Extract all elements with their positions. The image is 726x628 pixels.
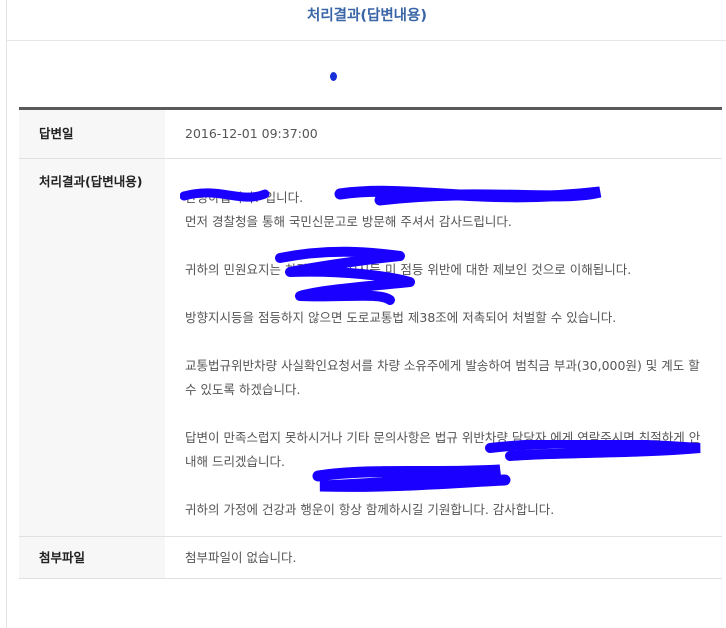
answer-paragraph: 귀하의 가정에 건강과 행운이 항상 함께하시길 기원합니다. 감사합니다. bbox=[185, 502, 555, 517]
table-row-answer-content: 처리결과(답변내용) 안녕하십니까? 입니다. 먼저 경찰청을 통해 국민신문고… bbox=[19, 158, 722, 537]
table-row-attachment: 첨부파일 첨부파일이 없습니다. bbox=[19, 536, 722, 579]
result-table: 답변일 2016-12-01 09:37:00 처리결과(답변내용) 안녕하십니… bbox=[19, 107, 722, 579]
panel-title: 처리결과(답변내용) bbox=[307, 8, 427, 24]
answer-paragraph: 귀하의 민원요지는 차량의 방향지시등 미 점등 위반에 대한 제보인 것으로 … bbox=[185, 262, 632, 277]
answer-content-label: 처리결과(답변내용) bbox=[19, 158, 165, 537]
answer-paragraph: 방향지시등을 점등하지 않으면 도로교통법 제38조에 저촉되어 처벌할 수 있… bbox=[185, 310, 617, 325]
attachment-value: 첨부파일이 없습니다. bbox=[165, 536, 722, 579]
marker-dot bbox=[330, 72, 337, 81]
table-row-answer-date: 답변일 2016-12-01 09:37:00 bbox=[19, 108, 722, 159]
answer-paragraph: 답변이 만족스럽지 못하시거나 기타 문의사항은 법규 위반차량 담당자 에게 … bbox=[185, 430, 701, 469]
answer-paragraph: 교통법규위반차량 사실확인요청서를 차량 소유주에게 발송하여 범칙금 부과(3… bbox=[185, 358, 700, 397]
answer-date-label: 답변일 bbox=[19, 108, 165, 159]
answer-date-value: 2016-12-01 09:37:00 bbox=[165, 108, 722, 159]
answer-content: 안녕하십니까? 입니다. 먼저 경찰청을 통해 국민신문고로 방문해 주셔서 감… bbox=[165, 158, 722, 537]
answer-paragraph: 안녕하십니까? 입니다. 먼저 경찰청을 통해 국민신문고로 방문해 주셔서 감… bbox=[185, 190, 512, 229]
panel-header: 처리결과(답변내용) bbox=[7, 0, 726, 41]
attachment-label: 첨부파일 bbox=[19, 536, 165, 579]
